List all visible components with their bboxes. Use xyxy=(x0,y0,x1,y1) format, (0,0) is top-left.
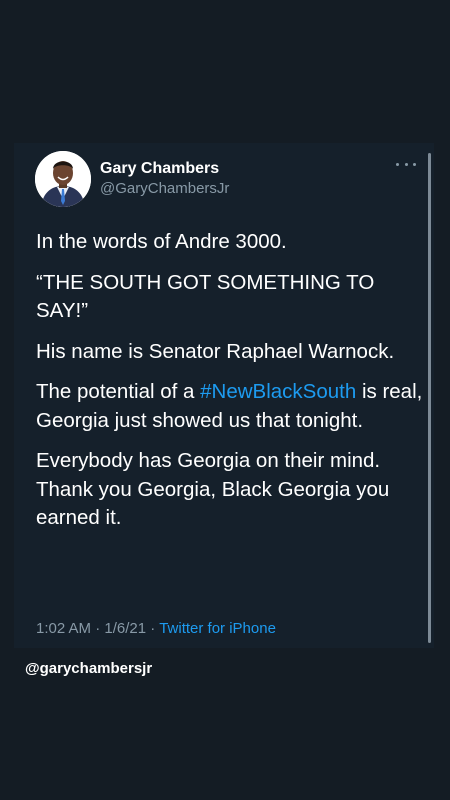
tweet-line-3: His name is Senator Raphael Warnock. xyxy=(36,339,395,363)
author-handle[interactable]: @GaryChambersJr xyxy=(100,180,229,197)
meta-separator-2: · xyxy=(150,620,156,637)
watermark-handle: @garychambersjr xyxy=(25,660,153,677)
tweet-time[interactable]: 1:02 AM xyxy=(36,620,91,637)
tweet-line-4: The potential of a #NewBlackSouth is rea… xyxy=(36,378,426,435)
tweet-text: In the words of Andre 3000. “THE SOUTH G… xyxy=(36,228,426,545)
hashtag-link[interactable]: #NewBlackSouth xyxy=(200,380,356,403)
tweet-meta: 1:02 AM · 1/6/21 · Twitter for iPhone xyxy=(36,620,276,637)
scrollbar[interactable] xyxy=(428,153,431,643)
tweet-date[interactable]: 1/6/21 xyxy=(104,620,146,637)
avatar-image xyxy=(35,151,91,207)
tweet-line-5: Everybody has Georgia on their mind. Tha… xyxy=(36,449,390,529)
tweet-line-2: “THE SOUTH GOT SOMETHING TO SAY!” xyxy=(36,270,375,323)
tweet-line-4-before: The potential of a xyxy=(36,380,201,403)
tweet-source-link[interactable]: Twitter for iPhone xyxy=(159,620,276,637)
meta-separator-1: · xyxy=(95,620,101,637)
page: Gary Chambers @GaryChambersJr In the wor… xyxy=(0,0,450,800)
author-name[interactable]: Gary Chambers xyxy=(100,160,219,178)
avatar[interactable] xyxy=(35,151,91,207)
tweet-line-1: In the words of Andre 3000. xyxy=(36,230,287,253)
more-options-icon[interactable] xyxy=(396,158,416,170)
